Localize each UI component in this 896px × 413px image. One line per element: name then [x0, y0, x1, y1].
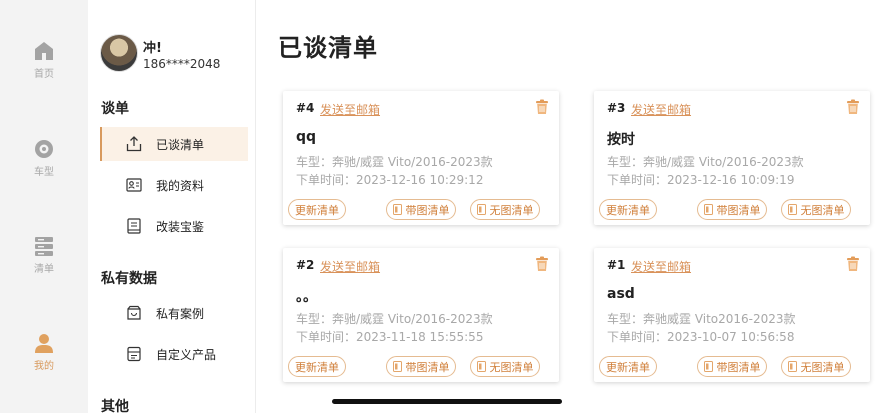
user-name: 冲!	[143, 41, 162, 56]
update-list-button[interactable]: 更新清单	[599, 199, 657, 220]
order-card[interactable]: #2 发送至邮箱。。车型：奔驰/威霆 Vito/2016-2023款 下单时间：20…	[283, 248, 559, 382]
section-title-private: 私有数据	[101, 271, 157, 287]
send-to-email-link[interactable]: 发送至邮箱	[631, 101, 691, 118]
order-number: #4	[296, 101, 315, 115]
upload-icon	[126, 136, 142, 152]
customer-name: 。。	[296, 289, 317, 305]
list-without-images-label: 无图清单	[800, 360, 845, 374]
avatar[interactable]	[100, 34, 138, 72]
update-list-button[interactable]: 更新清单	[599, 356, 657, 377]
side-menu: 冲! 186****2048 谈单 已谈清单 我的资料 改装宝鉴 私有数据 私有…	[88, 0, 256, 413]
trash-icon[interactable]	[846, 99, 860, 115]
list-with-images-button[interactable]: 带图清单	[386, 356, 456, 377]
customer-name: qq	[296, 129, 317, 145]
menu-item-mod-guide[interactable]: 改装宝鉴	[100, 209, 248, 243]
menu-item-deal-list[interactable]: 已谈清单	[100, 127, 248, 161]
update-list-label: 更新清单	[295, 203, 339, 217]
document-icon	[703, 361, 713, 372]
send-to-email-link[interactable]: 发送至邮箱	[631, 258, 691, 275]
car-model-text: 车型：奔驰/威霆 Vito/2016-2023款	[296, 155, 493, 169]
list-with-images-button[interactable]: 带图清单	[697, 199, 767, 220]
menu-item-label: 私有案例	[156, 306, 205, 321]
update-list-button[interactable]: 更新清单	[288, 356, 346, 377]
update-list-label: 更新清单	[295, 360, 339, 374]
customer-name: asd	[607, 286, 635, 302]
page-title: 已谈清单	[278, 34, 378, 62]
update-list-label: 更新清单	[606, 203, 650, 217]
document-icon	[787, 204, 797, 215]
section-title-deal: 谈单	[101, 101, 129, 117]
document-icon	[787, 361, 797, 372]
box-icon	[127, 305, 141, 320]
send-to-email-link[interactable]: 发送至邮箱	[320, 101, 380, 118]
customer-name: 按时	[607, 132, 635, 148]
order-card[interactable]: #1 发送至邮箱 asd 车型：奔驰威霆 Vito2016-2023款 下单时间：202…	[594, 248, 870, 382]
order-time-text: 下单时间：2023-12-16 10:09:19	[607, 173, 795, 187]
order-card[interactable]: #4 发送至邮箱 qq 车型：奔驰/威霆 Vito/2016-2023款 下单时间：20…	[283, 91, 559, 225]
order-number: #1	[607, 258, 626, 272]
menu-item-label: 已谈清单	[156, 137, 205, 152]
list-with-images-button[interactable]: 带图清单	[697, 356, 767, 377]
trash-icon[interactable]	[846, 256, 860, 272]
nav-home[interactable]: 首页	[0, 40, 88, 80]
list-with-images-label: 带图清单	[405, 360, 450, 374]
menu-item-my-profile[interactable]: 我的资料	[100, 168, 248, 202]
home-indicator[interactable]	[332, 399, 562, 404]
nav-me-label: 我的	[34, 361, 54, 372]
person-icon	[35, 334, 53, 353]
order-time-text: 下单时间：2023-11-18 15:55:55	[296, 330, 484, 344]
menu-item-custom-products[interactable]: 自定义产品	[100, 337, 248, 371]
document-icon	[703, 204, 713, 215]
section-title-other: 其他	[101, 399, 129, 413]
car-model-icon	[35, 140, 53, 158]
update-list-label: 更新清单	[606, 360, 650, 374]
order-number: #2	[296, 258, 315, 272]
list-with-images-button[interactable]: 带图清单	[386, 199, 456, 220]
car-model-text: 车型：奔驰威霆 Vito2016-2023款	[607, 312, 796, 326]
nav-models[interactable]: 车型	[0, 138, 88, 178]
list-without-images-label: 无图清单	[800, 203, 845, 217]
order-time-text: 下单时间：2023-10-07 10:56:58	[607, 330, 795, 344]
list-with-images-label: 带图清单	[716, 203, 761, 217]
nav-list[interactable]: 清单	[0, 235, 88, 275]
car-model-text: 车型：奔驰/威霆 Vito/2016-2023款	[607, 155, 804, 169]
list-without-images-button[interactable]: 无图清单	[781, 199, 851, 220]
menu-item-label: 我的资料	[156, 178, 205, 193]
order-card[interactable]: #3 发送至邮箱按时车型：奔驰/威霆 Vito/2016-2023款 下单时间：20…	[594, 91, 870, 225]
nav-me[interactable]: 我的	[0, 332, 88, 372]
book-icon	[127, 218, 141, 234]
nav-rail: 首页 车型 清单 我的	[0, 0, 88, 413]
list-with-images-label: 带图清单	[405, 203, 450, 217]
product-icon	[127, 346, 141, 362]
id-card-icon	[126, 178, 142, 192]
list-with-images-label: 带图清单	[716, 360, 761, 374]
menu-item-private-cases[interactable]: 私有案例	[100, 296, 248, 330]
order-time-text: 下单时间：2023-12-16 10:29:12	[296, 173, 484, 187]
user-phone: 186****2048	[143, 57, 221, 71]
list-without-images-button[interactable]: 无图清单	[470, 356, 540, 377]
nav-home-label: 首页	[34, 69, 54, 80]
send-to-email-link[interactable]: 发送至邮箱	[320, 258, 380, 275]
document-icon	[476, 204, 486, 215]
document-icon	[476, 361, 486, 372]
trash-icon[interactable]	[535, 99, 549, 115]
order-number: #3	[607, 101, 626, 115]
car-model-text: 车型：奔驰/威霆 Vito/2016-2023款	[296, 312, 493, 326]
update-list-button[interactable]: 更新清单	[288, 199, 346, 220]
menu-item-label: 自定义产品	[156, 347, 217, 362]
document-icon	[392, 361, 402, 372]
list-without-images-label: 无图清单	[489, 360, 534, 374]
list-icon	[35, 237, 53, 256]
list-without-images-button[interactable]: 无图清单	[781, 356, 851, 377]
list-without-images-button[interactable]: 无图清单	[470, 199, 540, 220]
trash-icon[interactable]	[535, 256, 549, 272]
document-icon	[392, 204, 402, 215]
home-icon	[35, 42, 53, 60]
nav-models-label: 车型	[34, 167, 54, 178]
nav-list-label: 清单	[34, 264, 54, 275]
menu-item-label: 改装宝鉴	[156, 219, 205, 234]
list-without-images-label: 无图清单	[489, 203, 534, 217]
